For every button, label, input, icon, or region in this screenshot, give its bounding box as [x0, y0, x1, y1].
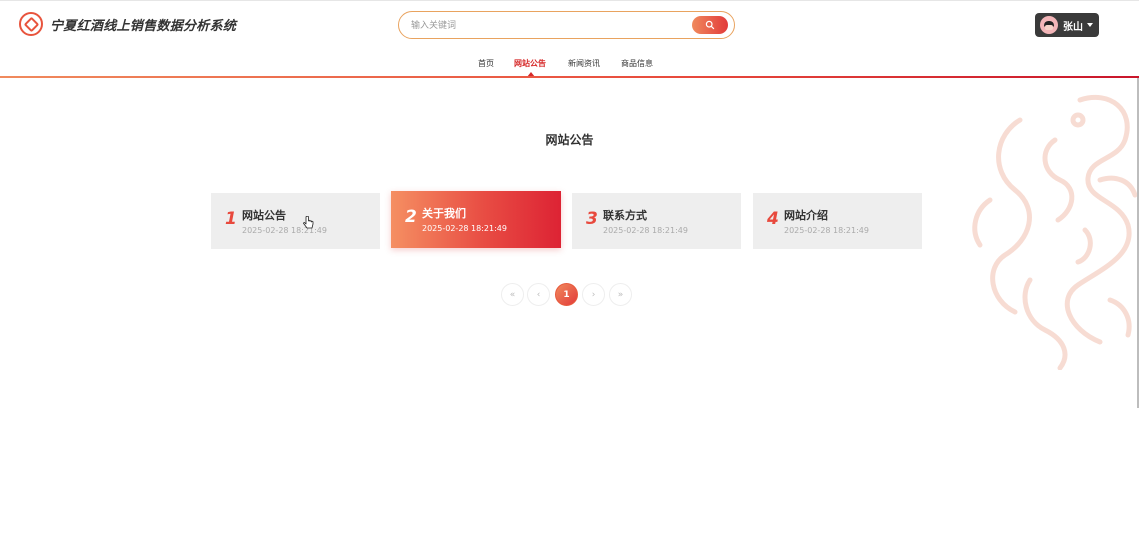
search-bar: [398, 11, 735, 39]
main-nav: 首页 网站公告 新闻资讯 商品信息: [0, 58, 1139, 72]
card-title: 联系方式: [603, 209, 647, 222]
chevron-down-icon: [1087, 23, 1093, 27]
user-name: 张山: [1063, 21, 1083, 33]
card-date: 2025-02-28 18:21:49: [603, 226, 688, 235]
card-title: 网站介绍: [784, 209, 828, 222]
nav-item-home[interactable]: 首页: [478, 58, 494, 69]
card-number: 1: [225, 209, 237, 229]
search-icon: [705, 20, 715, 30]
dragon-watermark-icon: [972, 94, 1138, 370]
prev-page-button[interactable]: ‹: [527, 283, 550, 306]
first-page-button[interactable]: «: [501, 283, 524, 306]
top-header: 宁夏红酒线上销售数据分析系统 张山 首页 网站公告 新闻资讯 商品信息: [0, 0, 1139, 78]
announcement-card-4[interactable]: 4 网站介绍 2025-02-28 18:21:49: [753, 193, 922, 249]
card-date: 2025-02-28 18:21:49: [422, 224, 507, 233]
site-title[interactable]: 宁夏红酒线上销售数据分析系统: [50, 15, 236, 34]
card-title: 网站公告: [242, 209, 286, 222]
user-menu-button[interactable]: 张山: [1035, 13, 1099, 37]
header-divider: [0, 76, 1139, 78]
nav-item-announcements[interactable]: 网站公告: [514, 58, 546, 69]
announcement-card-1[interactable]: 1 网站公告 2025-02-28 18:21:49: [211, 193, 380, 249]
card-date: 2025-02-28 18:21:49: [242, 226, 327, 235]
hand-cursor-icon: [303, 216, 314, 229]
search-input[interactable]: [411, 18, 681, 34]
nav-item-products[interactable]: 商品信息: [621, 58, 653, 69]
page-1-button[interactable]: 1: [555, 283, 578, 306]
search-button[interactable]: [692, 16, 728, 34]
card-number: 4: [767, 209, 779, 229]
wine-logo-icon[interactable]: [19, 12, 43, 36]
user-avatar-icon: [1040, 16, 1058, 34]
card-number: 2: [405, 207, 417, 227]
card-date: 2025-02-28 18:21:49: [784, 226, 869, 235]
announcement-card-3[interactable]: 3 联系方式 2025-02-28 18:21:49: [572, 193, 741, 249]
next-page-button[interactable]: ›: [582, 283, 605, 306]
card-title: 关于我们: [422, 207, 466, 220]
nav-item-news[interactable]: 新闻资讯: [568, 58, 600, 69]
card-number: 3: [586, 209, 598, 229]
page-title: 网站公告: [545, 133, 594, 147]
announcement-card-2[interactable]: 2 关于我们 2025-02-28 18:21:49: [391, 191, 561, 248]
last-page-button[interactable]: »: [609, 283, 632, 306]
